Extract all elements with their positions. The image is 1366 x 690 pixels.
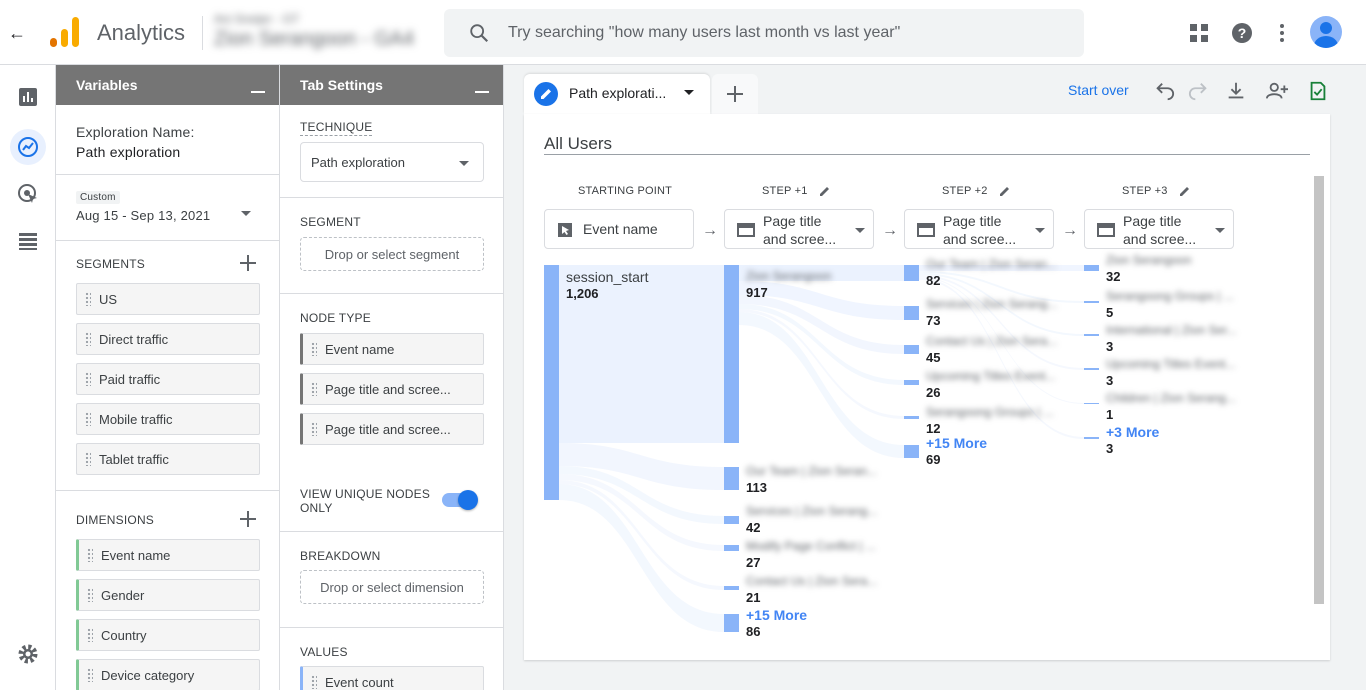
step3-node-value: 3 [1106, 373, 1114, 388]
step3-more-link[interactable]: +3 More [1106, 424, 1159, 440]
node-bar-step1 [724, 516, 739, 524]
node-bar-step1 [724, 467, 739, 490]
step1-node-value: 27 [746, 555, 761, 570]
step2-node-value: 45 [926, 350, 941, 365]
step2-node-label[interactable]: Contact Us | Zion Sera... [926, 334, 1057, 348]
node-bar-start [544, 265, 559, 500]
step1-more-link[interactable]: +15 More [746, 607, 807, 623]
node-bar-step1 [724, 545, 739, 551]
node-bar-step3 [1084, 437, 1099, 439]
step2-more-link[interactable]: +15 More [926, 435, 987, 451]
step1-node-label[interactable]: Services | Zion Serang... [746, 504, 877, 518]
node-bar-step2 [904, 416, 919, 419]
step2-node-label[interactable]: Upcoming Titles Event... [926, 369, 1055, 383]
step1-node-value: 21 [746, 590, 761, 605]
node-bar-step3 [1084, 334, 1099, 336]
flow-link [739, 312, 904, 458]
step2-node-label[interactable]: Services | Zion Serang... [926, 297, 1057, 311]
step1-node-label[interactable]: Modify Page Conflict | ... [746, 539, 876, 553]
step2-node-value: 12 [926, 421, 941, 436]
step2-node-label[interactable]: Serangoong Groups | ... [926, 405, 1054, 419]
step2-node-value: 82 [926, 273, 941, 288]
step1-node-value: 113 [746, 480, 767, 495]
node-bar-step3 [1084, 265, 1099, 271]
node-bar-step3 [1084, 301, 1099, 303]
flow-link [919, 275, 1084, 370]
step3-node-value: 32 [1106, 269, 1121, 284]
flow-link [559, 484, 724, 632]
step1-node-value: 42 [746, 520, 761, 535]
node-bar-step2 [904, 265, 919, 281]
step3-node-value: 5 [1106, 305, 1114, 320]
node-bar-step2 [904, 306, 919, 320]
start-node-value: 1,206 [566, 286, 599, 301]
step1-node-value: 917 [746, 285, 768, 300]
step2-node-value: 26 [926, 385, 941, 400]
step3-node-label[interactable]: Zion Serangoon [1106, 253, 1191, 267]
step3-node-label[interactable]: Upcoming Titles Event... [1106, 357, 1235, 371]
flow-link [559, 443, 724, 490]
node-bar-step2 [904, 380, 919, 385]
step1-node-label[interactable]: Zion Serangoon [746, 269, 831, 283]
vertical-scrollbar[interactable] [1314, 176, 1324, 604]
step1-more-value: 86 [746, 624, 761, 639]
node-bar-step2 [904, 445, 919, 458]
step1-node-label[interactable]: Contact Us | Zion Sera... [746, 574, 877, 588]
node-bar-step1 [724, 614, 739, 632]
node-bar-step1 [724, 265, 739, 443]
step3-node-label[interactable]: Serangoong Groups | ... [1106, 289, 1234, 303]
step2-more-value: 69 [926, 452, 941, 467]
node-bar-step2 [904, 345, 919, 354]
node-bar-step1 [724, 586, 739, 590]
step3-node-value: 1 [1106, 407, 1114, 422]
path-flow-diagram [544, 265, 1099, 632]
step3-node-label[interactable]: International | Zion Ser... [1106, 323, 1237, 337]
step2-node-value: 73 [926, 313, 941, 328]
node-bar-step3 [1084, 368, 1099, 370]
step3-node-value: 3 [1106, 339, 1114, 354]
start-node-label[interactable]: session_start [566, 269, 648, 285]
node-bar-step3 [1084, 403, 1099, 404]
step2-node-label[interactable]: Our Team | Zion Seran... [926, 257, 1057, 271]
step1-node-label[interactable]: Our Team | Zion Seran... [746, 464, 877, 478]
step3-more-value: 3 [1106, 441, 1114, 456]
step3-node-label[interactable]: Children | Zion Serang... [1106, 391, 1236, 405]
